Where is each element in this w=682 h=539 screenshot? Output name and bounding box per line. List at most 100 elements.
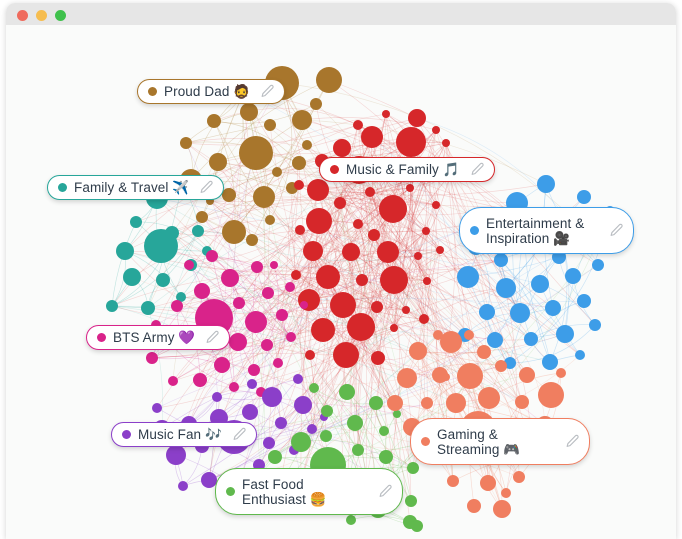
graph-node[interactable] xyxy=(432,201,440,209)
graph-node[interactable] xyxy=(538,382,564,408)
graph-node[interactable] xyxy=(263,437,275,449)
edit-pencil-icon[interactable] xyxy=(470,162,485,177)
graph-node[interactable] xyxy=(524,332,538,346)
window-close-button[interactable] xyxy=(17,10,28,21)
graph-node[interactable] xyxy=(347,415,363,431)
graph-node[interactable] xyxy=(371,301,383,313)
graph-node[interactable] xyxy=(537,175,555,193)
graph-node[interactable] xyxy=(180,137,192,149)
graph-node[interactable] xyxy=(214,357,230,373)
edit-pencil-icon[interactable] xyxy=(565,434,580,449)
graph-node[interactable] xyxy=(316,265,340,289)
window-minimize-button[interactable] xyxy=(36,10,47,21)
graph-node[interactable] xyxy=(302,140,312,150)
edit-pencil-icon[interactable] xyxy=(260,84,275,99)
graph-node[interactable] xyxy=(565,268,581,284)
graph-node[interactable] xyxy=(478,387,500,409)
network-graph-canvas[interactable]: Proud Dad 🧔 Family & Travel ✈️ Music & Fam… xyxy=(6,25,676,539)
graph-node[interactable] xyxy=(262,287,274,299)
graph-node[interactable] xyxy=(285,282,295,292)
graph-node[interactable] xyxy=(247,379,257,389)
graph-node[interactable] xyxy=(141,301,155,315)
graph-node[interactable] xyxy=(229,382,239,392)
graph-node[interactable] xyxy=(515,395,529,409)
graph-node[interactable] xyxy=(309,383,319,393)
graph-node[interactable] xyxy=(294,180,304,190)
graph-node[interactable] xyxy=(402,306,410,314)
graph-node[interactable] xyxy=(487,332,503,348)
graph-node[interactable] xyxy=(184,260,194,270)
graph-node[interactable] xyxy=(270,261,278,269)
graph-node[interactable] xyxy=(196,211,208,223)
graph-node[interactable] xyxy=(330,292,356,318)
graph-node[interactable] xyxy=(495,360,507,372)
graph-node[interactable] xyxy=(353,219,363,229)
graph-node[interactable] xyxy=(501,488,511,498)
graph-node[interactable] xyxy=(432,126,440,134)
graph-node[interactable] xyxy=(379,450,393,464)
graph-node[interactable] xyxy=(207,114,221,128)
graph-node[interactable] xyxy=(206,250,218,262)
edit-pencil-icon[interactable] xyxy=(205,330,220,345)
graph-node[interactable] xyxy=(405,495,417,507)
graph-node[interactable] xyxy=(193,373,207,387)
cluster-label-proud-dad[interactable]: Proud Dad 🧔 xyxy=(137,79,286,104)
graph-node[interactable] xyxy=(414,252,422,260)
graph-node[interactable] xyxy=(168,376,178,386)
graph-node[interactable] xyxy=(166,445,186,465)
graph-node[interactable] xyxy=(464,330,474,340)
graph-node[interactable] xyxy=(421,397,433,409)
graph-node[interactable] xyxy=(242,404,258,420)
graph-node[interactable] xyxy=(442,139,450,147)
graph-node[interactable] xyxy=(178,481,188,491)
cluster-label-music-fan[interactable]: Music Fan 🎶 xyxy=(111,422,257,447)
graph-node[interactable] xyxy=(292,156,306,170)
graph-node[interactable] xyxy=(365,187,375,197)
graph-node[interactable] xyxy=(407,462,419,474)
edit-pencil-icon[interactable] xyxy=(232,427,247,442)
graph-node[interactable] xyxy=(387,395,403,411)
graph-node[interactable] xyxy=(408,109,426,127)
graph-node[interactable] xyxy=(246,234,258,246)
graph-node[interactable] xyxy=(467,499,481,513)
graph-node[interactable] xyxy=(519,367,535,383)
graph-node[interactable] xyxy=(123,268,141,286)
graph-node[interactable] xyxy=(531,275,549,293)
graph-node[interactable] xyxy=(144,229,178,263)
graph-node[interactable] xyxy=(480,475,496,491)
graph-node[interactable] xyxy=(369,396,383,410)
graph-node[interactable] xyxy=(393,410,401,418)
cluster-label-music-family[interactable]: Music & Family 🎵 xyxy=(319,157,495,182)
graph-node[interactable] xyxy=(556,325,574,343)
graph-node[interactable] xyxy=(339,384,355,400)
graph-node[interactable] xyxy=(556,368,566,378)
graph-node[interactable] xyxy=(334,197,346,209)
graph-node[interactable] xyxy=(192,225,204,237)
graph-node[interactable] xyxy=(272,167,282,177)
graph-node[interactable] xyxy=(171,300,183,312)
graph-node[interactable] xyxy=(251,261,263,273)
cluster-label-family-travel[interactable]: Family & Travel ✈️ xyxy=(47,175,225,200)
graph-node[interactable] xyxy=(496,278,516,298)
graph-node[interactable] xyxy=(264,119,276,131)
graph-node[interactable] xyxy=(294,396,312,414)
graph-node[interactable] xyxy=(293,374,303,384)
graph-node[interactable] xyxy=(390,324,398,332)
graph-node[interactable] xyxy=(447,475,459,487)
graph-node[interactable] xyxy=(222,220,246,244)
graph-node[interactable] xyxy=(545,300,561,316)
graph-node[interactable] xyxy=(542,354,558,370)
graph-node[interactable] xyxy=(275,417,287,429)
graph-node[interactable] xyxy=(396,127,426,157)
graph-node[interactable] xyxy=(240,103,258,121)
graph-node[interactable] xyxy=(436,246,444,254)
graph-node[interactable] xyxy=(209,153,227,171)
graph-node[interactable] xyxy=(305,350,315,360)
graph-node[interactable] xyxy=(377,241,399,263)
cluster-label-entertainment-inspiration[interactable]: Entertainment & Inspiration 🎥 xyxy=(459,207,634,254)
graph-node[interactable] xyxy=(353,120,363,130)
graph-node[interactable] xyxy=(306,208,332,234)
graph-node[interactable] xyxy=(253,186,275,208)
graph-node[interactable] xyxy=(130,216,142,228)
graph-node[interactable] xyxy=(575,350,585,360)
